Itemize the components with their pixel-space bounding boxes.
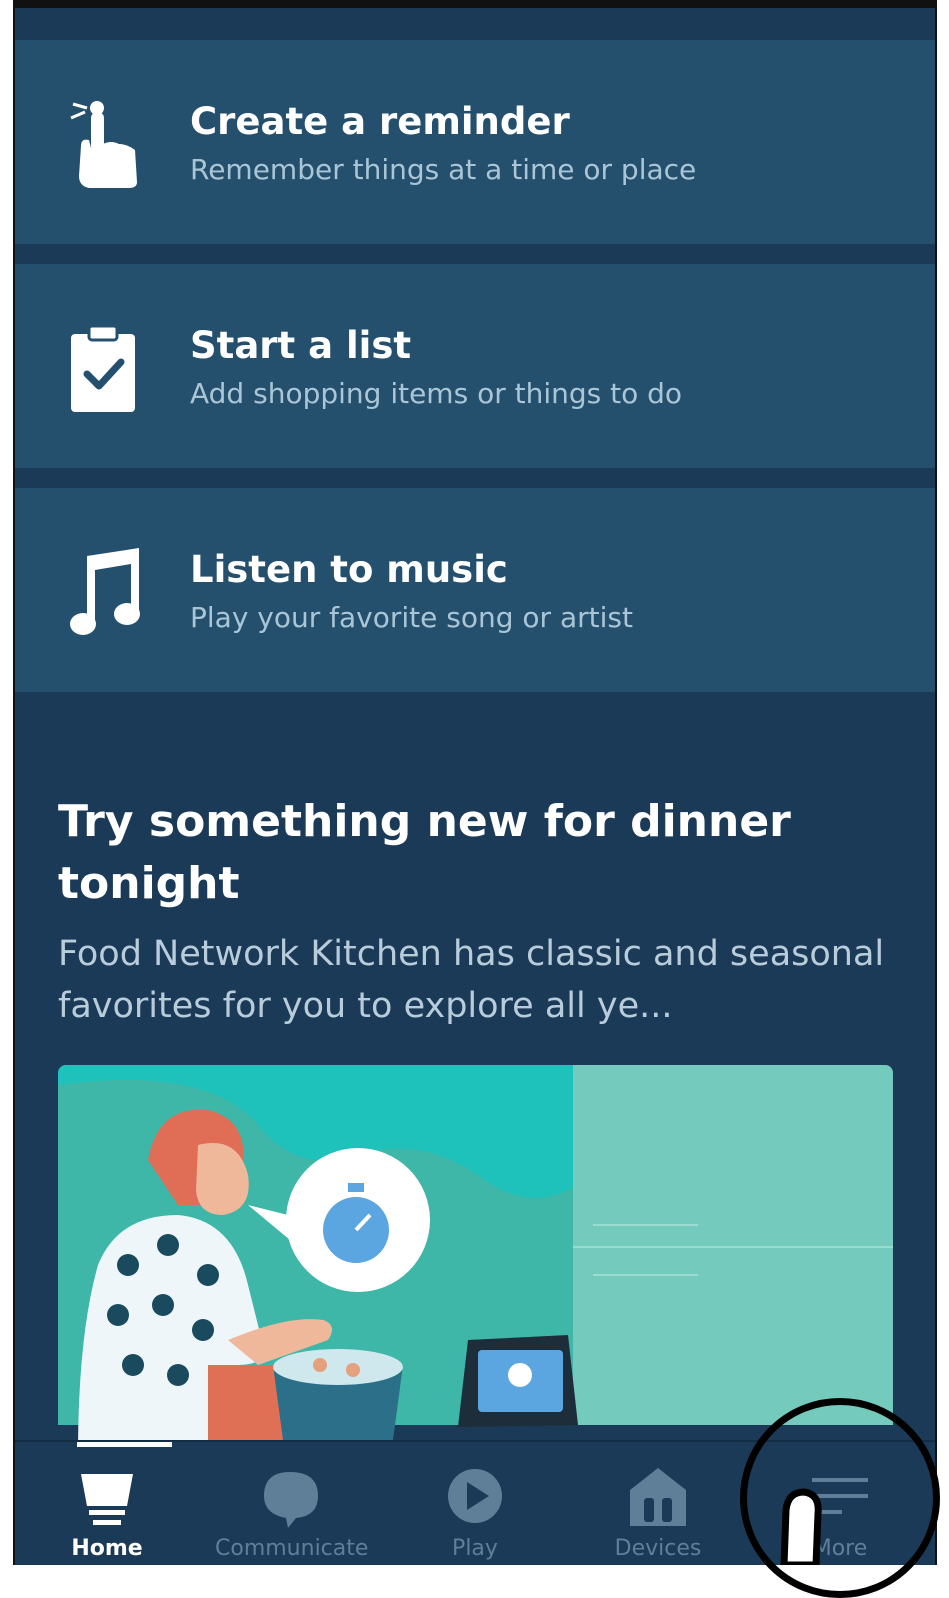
home-icon	[81, 1474, 133, 1525]
cooking-illustration	[58, 1065, 893, 1455]
card-subtitle: Remember things at a time or place	[190, 153, 697, 186]
promo-illustration[interactable]	[58, 1065, 893, 1455]
clipboard-check-icon	[67, 322, 143, 412]
nav-label-devices: Devices	[614, 1536, 702, 1561]
card-listen-music[interactable]: Listen to music Play your favorite song …	[15, 488, 935, 692]
card-start-list[interactable]: Start a list Add shopping items or thing…	[15, 264, 935, 468]
app-screen: Create a reminder Remember things at a t…	[15, 8, 935, 1565]
screen-frame-left	[0, 0, 15, 1565]
devices-icon	[630, 1468, 686, 1526]
nav-communicate[interactable]: Communicate	[215, 1442, 369, 1565]
pointer-hand-icon	[780, 1488, 822, 1565]
nav-label-communicate: Communicate	[215, 1536, 369, 1561]
card-subtitle: Add shopping items or things to do	[190, 377, 683, 410]
nav-label-play: Play	[452, 1536, 498, 1561]
active-indicator	[77, 1442, 172, 1447]
card-title: Create a reminder	[190, 100, 570, 143]
chat-bubble-icon	[264, 1472, 318, 1528]
card-subtitle: Play your favorite song or artist	[190, 601, 633, 634]
play-icon	[448, 1469, 502, 1523]
nav-play[interactable]: Play	[400, 1442, 550, 1565]
card-create-reminder[interactable]: Create a reminder Remember things at a t…	[15, 40, 935, 244]
promo-description: Food Network Kitchen has classic and sea…	[58, 934, 885, 1026]
screen-frame-top	[0, 0, 949, 8]
card-title: Start a list	[190, 324, 412, 367]
hand-tap-icon	[67, 98, 143, 188]
promo-title: Try something new for dinner tonight	[58, 796, 791, 909]
top-strip	[15, 8, 935, 40]
nav-home[interactable]: Home	[32, 1442, 182, 1565]
card-title: Listen to music	[190, 548, 508, 591]
nav-label-home: Home	[71, 1536, 143, 1561]
nav-devices[interactable]: Devices	[583, 1442, 733, 1565]
music-note-icon	[67, 546, 143, 636]
screen-frame-right	[935, 0, 949, 1565]
